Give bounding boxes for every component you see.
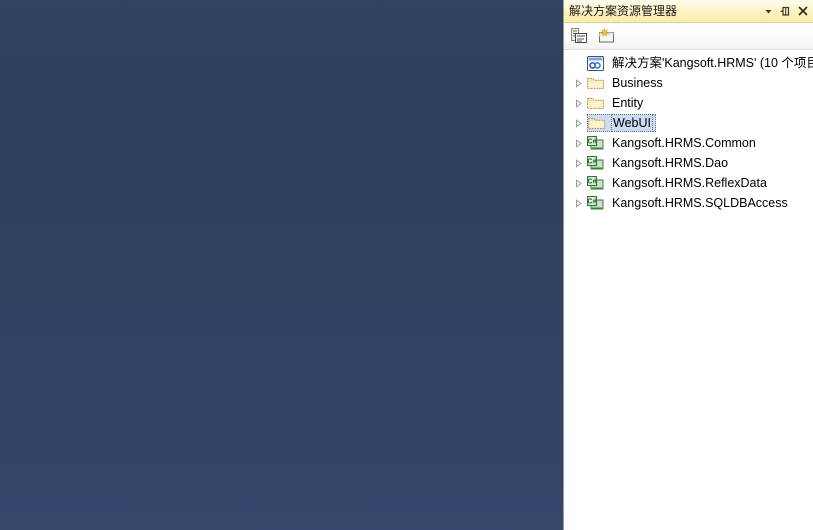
selection-highlight: WebUI <box>587 114 656 132</box>
expander-triangle-icon[interactable] <box>569 133 587 153</box>
csharp-project-icon: C# <box>587 175 606 191</box>
tree-row-kangsoft-hrms-dao[interactable]: C# Kangsoft.HRMS.Dao <box>564 153 813 173</box>
solution-root-label: 解决方案'Kangsoft.HRMS' (10 个项目) <box>612 56 813 70</box>
panel-title-label: 解决方案资源管理器 <box>569 4 678 18</box>
svg-text:C#: C# <box>588 158 597 165</box>
svg-text:C#: C# <box>588 178 597 185</box>
tree-row-kangsoft-hrms-sqldbaccess[interactable]: C# Kangsoft.HRMS.SQLDBAccess <box>564 193 813 213</box>
csharp-project-icon: C# <box>587 135 606 151</box>
close-icon[interactable] <box>794 2 811 21</box>
panel-title-bar: 解决方案资源管理器 <box>564 0 813 23</box>
solution-tree[interactable]: 解决方案'Kangsoft.HRMS' (10 个项目) Business En… <box>564 50 813 530</box>
svg-text:C#: C# <box>588 138 597 145</box>
pin-icon[interactable] <box>777 2 794 21</box>
expander-triangle-icon[interactable] <box>569 193 587 213</box>
folder-icon <box>588 115 607 131</box>
tree-item-label: Entity <box>612 96 644 110</box>
desktop-sheen-bottom <box>0 420 563 530</box>
tree-row-solution-root[interactable]: 解决方案'Kangsoft.HRMS' (10 个项目) <box>564 53 813 73</box>
folder-icon <box>587 75 606 91</box>
properties-icon[interactable] <box>569 26 590 47</box>
expander-triangle-icon[interactable] <box>569 73 587 93</box>
tree-row-webui[interactable]: WebUI <box>564 113 813 133</box>
tree-row-kangsoft-hrms-common[interactable]: C# Kangsoft.HRMS.Common <box>564 133 813 153</box>
tree-row-entity[interactable]: Entity <box>564 93 813 113</box>
csharp-project-icon: C# <box>587 155 606 171</box>
svg-text:C#: C# <box>588 198 597 205</box>
expander-triangle-icon[interactable] <box>569 173 587 193</box>
panel-toolbar <box>564 23 813 50</box>
tree-item-label: Business <box>612 76 663 90</box>
expander-triangle-icon[interactable] <box>569 113 587 133</box>
chevron-down-icon[interactable] <box>760 2 777 21</box>
tree-item-label: Kangsoft.HRMS.Dao <box>612 156 729 170</box>
show-all-files-icon[interactable] <box>596 26 617 47</box>
csharp-project-icon: C# <box>587 195 606 211</box>
tree-item-label: Kangsoft.HRMS.Common <box>612 136 756 150</box>
solution-explorer-panel: 解决方案资源管理器 解决方案'Kangsoft.HRMS' (10 个项目) B… <box>563 0 813 530</box>
desktop-sheen-top <box>0 0 563 110</box>
tree-row-kangsoft-hrms-reflexdata[interactable]: C# Kangsoft.HRMS.ReflexData <box>564 173 813 193</box>
expander-triangle-icon[interactable] <box>569 93 587 113</box>
tree-item-label: Kangsoft.HRMS.ReflexData <box>612 176 767 190</box>
expander-triangle-icon[interactable] <box>569 153 587 173</box>
screen: 解决方案资源管理器 解决方案'Kangsoft.HRMS' (10 个项目) B… <box>0 0 813 530</box>
tree-item-label: Kangsoft.HRMS.SQLDBAccess <box>612 196 788 210</box>
folder-icon <box>587 95 606 111</box>
solution-icon <box>587 55 606 71</box>
tree-item-label: WebUI <box>611 114 653 132</box>
tree-row-business[interactable]: Business <box>564 73 813 93</box>
